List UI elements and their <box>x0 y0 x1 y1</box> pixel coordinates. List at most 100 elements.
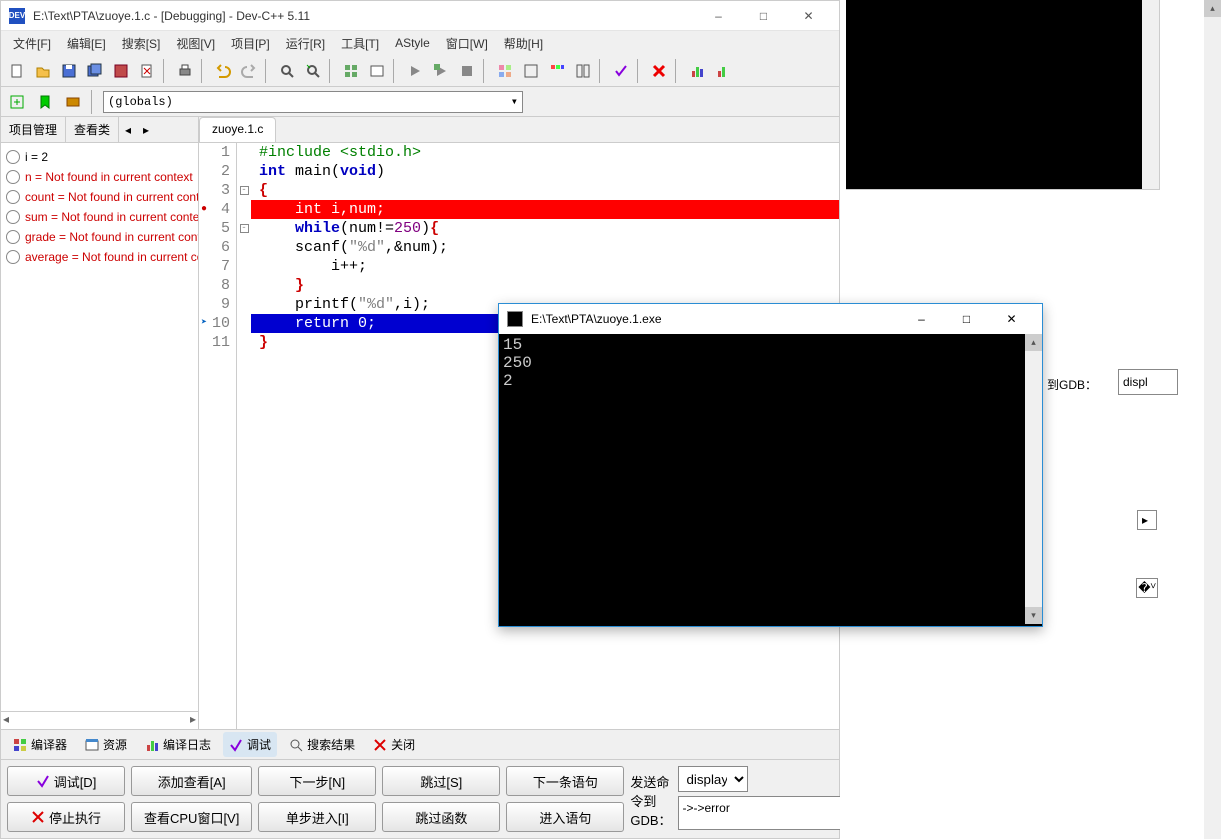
line-number[interactable]: 5 <box>199 219 230 238</box>
watch-item[interactable]: i = 2 <box>1 147 198 167</box>
save-as-icon[interactable] <box>109 59 133 83</box>
profile-icon[interactable] <box>685 59 709 83</box>
gdb-select[interactable]: display <box>678 766 748 792</box>
save-icon[interactable] <box>57 59 81 83</box>
code-line[interactable]: } <box>251 276 839 295</box>
palette-icon[interactable] <box>545 59 569 83</box>
menu-search[interactable]: 搜索[S] <box>114 31 169 56</box>
line-number[interactable]: 8 <box>199 276 230 295</box>
secondary-console-scrollbar[interactable] <box>1142 0 1159 189</box>
line-number[interactable]: 11 <box>199 333 230 352</box>
replace-icon[interactable] <box>301 59 325 83</box>
scroll-down-icon[interactable]: ▾ <box>1025 607 1042 624</box>
undo-icon[interactable] <box>211 59 235 83</box>
step-into-button[interactable]: 单步进入[I] <box>258 802 376 832</box>
debug-run-icon[interactable] <box>455 59 479 83</box>
skip-func-button[interactable]: 跳过函数 <box>382 802 500 832</box>
console-output[interactable]: 15 250 2 <box>499 334 1042 624</box>
code-line[interactable]: int main(void) <box>251 162 839 181</box>
watch-item[interactable]: grade = Not found in current context <box>1 227 198 247</box>
right-scroll-right[interactable]: ▸ <box>1137 510 1157 530</box>
goto-icon[interactable] <box>5 90 29 114</box>
menu-astyle[interactable]: AStyle <box>387 32 438 54</box>
menu-file[interactable]: 文件[F] <box>5 31 59 56</box>
line-number[interactable]: 2 <box>199 162 230 181</box>
menu-window[interactable]: 窗口[W] <box>438 31 496 56</box>
sidebar-tab-project[interactable]: 项目管理 <box>1 117 66 142</box>
gdb-output[interactable]: ->->error <box>678 796 868 830</box>
print-icon[interactable] <box>173 59 197 83</box>
maximize-button[interactable]: □ <box>741 1 786 31</box>
stop-button[interactable]: 停止执行 <box>7 802 125 832</box>
code-line[interactable]: i++; <box>251 257 839 276</box>
page-vertical-scrollbar[interactable]: ▴ <box>1204 0 1221 839</box>
debug-button[interactable]: 调试[D] <box>7 766 125 796</box>
code-line[interactable]: #include <stdio.h> <box>251 143 839 162</box>
line-number[interactable]: 10 <box>199 314 230 333</box>
menu-tools[interactable]: 工具[T] <box>333 31 387 56</box>
menu-run[interactable]: 运行[R] <box>278 31 333 56</box>
new-file-icon[interactable] <box>5 59 29 83</box>
close-button[interactable]: ✕ <box>786 1 831 31</box>
rebuild-icon[interactable] <box>429 59 453 83</box>
toggle-icon[interactable] <box>61 90 85 114</box>
run-icon[interactable] <box>365 59 389 83</box>
line-number[interactable]: 1 <box>199 143 230 162</box>
into-stmt-button[interactable]: 进入语句 <box>506 802 624 832</box>
fold-marker[interactable]: - <box>237 181 251 200</box>
code-line[interactable]: scanf("%d",&num); <box>251 238 839 257</box>
window-icon[interactable] <box>519 59 543 83</box>
code-line[interactable]: while(num!=250){ <box>251 219 839 238</box>
open-file-icon[interactable] <box>31 59 55 83</box>
console-close-button[interactable]: ✕ <box>989 304 1034 334</box>
collapse-toggle[interactable]: �ⱽ <box>1136 578 1158 598</box>
console-maximize-button[interactable]: □ <box>944 304 989 334</box>
next-step-button[interactable]: 下一步[N] <box>258 766 376 796</box>
watch-item[interactable]: n = Not found in current context <box>1 167 198 187</box>
watch-item[interactable]: count = Not found in current context <box>1 187 198 207</box>
sidebar-tab-next[interactable]: ▸ <box>137 117 155 142</box>
bottom-tab-debug[interactable]: 调试 <box>223 732 277 757</box>
console-scrollbar[interactable]: ▴ ▾ <box>1025 334 1042 624</box>
save-all-icon[interactable] <box>83 59 107 83</box>
page-scroll-up-icon[interactable]: ▴ <box>1204 0 1221 17</box>
next-stmt-button[interactable]: 下一条语句 <box>506 766 624 796</box>
watch-item[interactable]: average = Not found in current context <box>1 247 198 267</box>
code-line[interactable]: int i,num; <box>251 200 839 219</box>
sidebar-hscroll[interactable]: ◂▸ <box>1 711 198 729</box>
step-over-button[interactable]: 跳过[S] <box>382 766 500 796</box>
watch-item[interactable]: sum = Not found in current context <box>1 207 198 227</box>
menu-help[interactable]: 帮助[H] <box>496 31 551 56</box>
tiles-icon[interactable] <box>571 59 595 83</box>
bookmark-icon[interactable] <box>33 90 57 114</box>
grid-icon[interactable] <box>493 59 517 83</box>
editor-tab-file[interactable]: zuoye.1.c <box>199 117 276 142</box>
line-number[interactable]: 4 <box>199 200 230 219</box>
gdb-fragment-select[interactable]: displ <box>1118 369 1178 395</box>
globals-combo[interactable]: (globals) ▾ <box>103 91 523 113</box>
find-icon[interactable] <box>275 59 299 83</box>
compile-icon[interactable] <box>339 59 363 83</box>
compile-run-icon[interactable] <box>403 59 427 83</box>
close-file-icon[interactable] <box>135 59 159 83</box>
code-line[interactable]: { <box>251 181 839 200</box>
menu-project[interactable]: 项目[P] <box>223 31 278 56</box>
menu-edit[interactable]: 编辑[E] <box>59 31 114 56</box>
add-watch-button[interactable]: 添加查看[A] <box>131 766 252 796</box>
sidebar-tab-classes[interactable]: 查看类 <box>66 117 119 142</box>
sidebar-tab-prev[interactable]: ◂ <box>119 117 137 142</box>
bottom-tab-resources[interactable]: 资源 <box>79 732 133 757</box>
fold-marker[interactable]: - <box>237 219 251 238</box>
scroll-up-icon[interactable]: ▴ <box>1025 334 1042 351</box>
bottom-tab-search-results[interactable]: 搜索结果 <box>283 732 361 757</box>
stop-debug-icon[interactable] <box>647 59 671 83</box>
redo-icon[interactable] <box>237 59 261 83</box>
cpu-window-button[interactable]: 查看CPU窗口[V] <box>131 802 252 832</box>
line-number[interactable]: 6 <box>199 238 230 257</box>
minimize-button[interactable]: – <box>696 1 741 31</box>
line-number[interactable]: 7 <box>199 257 230 276</box>
line-number[interactable]: 3 <box>199 181 230 200</box>
line-number[interactable]: 9 <box>199 295 230 314</box>
check-icon[interactable] <box>609 59 633 83</box>
console-minimize-button[interactable]: – <box>899 304 944 334</box>
